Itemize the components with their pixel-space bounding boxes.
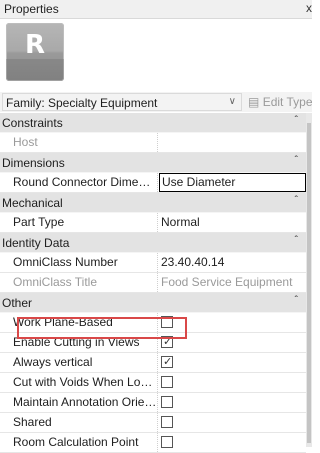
chevron-down-icon: ∨ — [228, 96, 236, 107]
edit-type-button[interactable]: ▤ Edit Type — [248, 95, 313, 109]
row-shared[interactable]: Shared — [0, 413, 306, 433]
shared-checkbox[interactable] — [161, 416, 173, 428]
type-selector-row: Family: Specialty Equipment ∨ ▤ Edit Typ… — [0, 92, 313, 112]
row-host[interactable]: Host — [0, 133, 306, 153]
type-preview-area: R — [0, 19, 312, 90]
row-cut-with-voids[interactable]: Cut with Voids When Loaded — [0, 373, 306, 393]
logo-letter: R — [24, 30, 46, 60]
row-round-connector[interactable]: Round Connector Dimension Use Diameter — [0, 173, 306, 193]
row-part-type[interactable]: Part Type Normal — [0, 213, 306, 233]
section-constraints[interactable]: Constraints ˆ — [0, 113, 306, 133]
cut-with-voids-checkbox[interactable] — [161, 376, 173, 388]
maintain-annotation-checkbox[interactable] — [161, 396, 173, 408]
always-vertical-checkbox[interactable] — [161, 355, 173, 368]
type-selector-dropdown[interactable]: Family: Specialty Equipment ∨ — [2, 93, 242, 111]
row-maintain-annotation[interactable]: Maintain Annotation Orientation — [0, 393, 306, 413]
type-selector-label: Family: Specialty Equipment — [6, 96, 158, 110]
edit-type-label: Edit Type — [262, 95, 313, 109]
round-connector-value-field[interactable]: Use Diameter — [159, 173, 306, 192]
row-room-calculation-point[interactable]: Room Calculation Point — [0, 433, 306, 453]
properties-grid: Constraints ˆ Host Dimensions ˆ Round Co… — [0, 113, 306, 453]
panel-title: Properties — [4, 2, 59, 16]
collapse-icon[interactable]: ˆ — [295, 155, 298, 166]
collapse-icon[interactable]: ˆ — [295, 115, 298, 126]
revit-logo-icon: R — [6, 23, 64, 81]
row-omniclass-number[interactable]: OmniClass Number 23.40.40.14 — [0, 253, 306, 273]
annotation-highlight-box — [17, 317, 187, 339]
vertical-scrollbar[interactable] — [306, 113, 312, 447]
row-always-vertical[interactable]: Always vertical — [0, 353, 306, 373]
section-dimensions[interactable]: Dimensions ˆ — [0, 153, 306, 173]
edit-type-icon: ▤ — [248, 95, 260, 109]
close-icon[interactable]: x — [306, 1, 312, 15]
scrollbar-thumb[interactable] — [307, 123, 311, 443]
section-other[interactable]: Other ˆ — [0, 293, 306, 313]
collapse-icon[interactable]: ˆ — [295, 235, 298, 246]
collapse-icon[interactable]: ˆ — [295, 195, 298, 206]
section-identity-data[interactable]: Identity Data ˆ — [0, 233, 306, 253]
collapse-icon[interactable]: ˆ — [295, 295, 298, 306]
row-omniclass-title[interactable]: OmniClass Title Food Service Equipment — [0, 273, 306, 293]
room-calculation-point-checkbox[interactable] — [161, 436, 173, 448]
section-mechanical[interactable]: Mechanical ˆ — [0, 193, 306, 213]
properties-titlebar: Properties x — [0, 0, 312, 19]
